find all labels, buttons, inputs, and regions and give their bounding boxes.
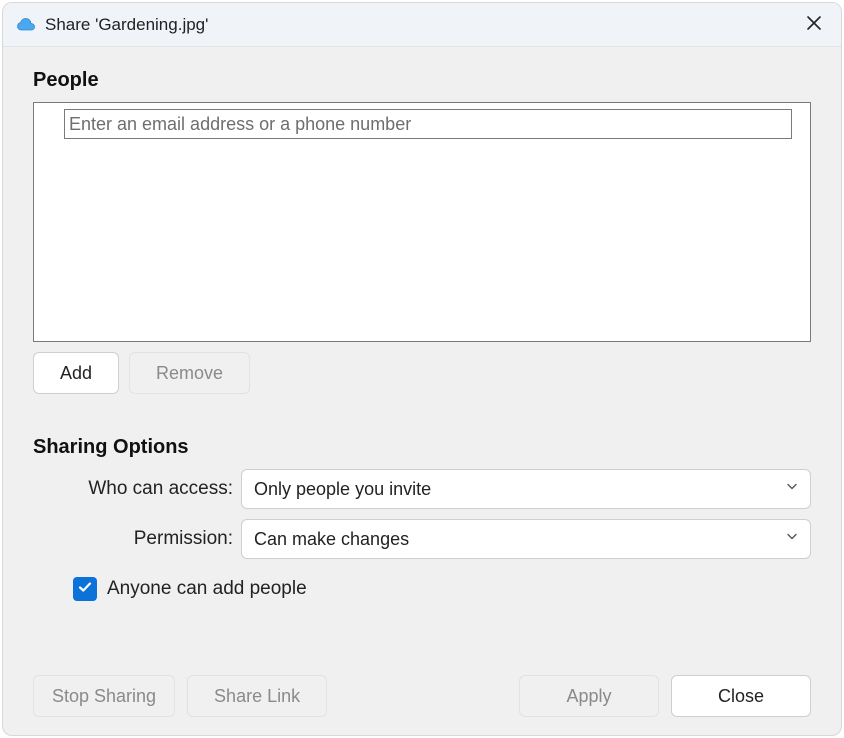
apply-button[interactable]: Apply (519, 675, 659, 717)
people-list-box (33, 102, 811, 342)
dialog-content: People Add Remove Sharing Options Who ca… (3, 47, 841, 735)
sharing-options-heading: Sharing Options (33, 436, 811, 459)
anyone-can-add-label: Anyone can add people (107, 578, 307, 600)
who-can-access-select-wrap: Only people you invite (241, 469, 811, 509)
anyone-can-add-checkbox[interactable] (73, 577, 97, 601)
people-input-container (64, 109, 792, 139)
share-dialog: Share 'Gardening.jpg' People Add Remove … (2, 2, 842, 736)
footer-buttons: Stop Sharing Share Link Apply Close (33, 645, 811, 717)
permission-select[interactable]: Can make changes (241, 519, 811, 559)
close-button[interactable]: Close (671, 675, 811, 717)
stop-sharing-button[interactable]: Stop Sharing (33, 675, 175, 717)
remove-button[interactable]: Remove (129, 352, 250, 394)
who-can-access-label: Who can access: (33, 478, 241, 500)
close-window-button[interactable] (799, 10, 829, 40)
titlebar: Share 'Gardening.jpg' (3, 3, 841, 47)
people-buttons-row: Add Remove (33, 352, 811, 394)
check-icon (77, 579, 93, 600)
people-email-input[interactable] (64, 109, 792, 139)
permission-row: Permission: Can make changes (33, 519, 811, 559)
permission-select-wrap: Can make changes (241, 519, 811, 559)
anyone-can-add-row: Anyone can add people (73, 577, 811, 601)
window-title: Share 'Gardening.jpg' (45, 15, 799, 35)
who-can-access-row: Who can access: Only people you invite (33, 469, 811, 509)
footer-spacer (339, 675, 507, 717)
cloud-icon (15, 14, 37, 36)
add-button[interactable]: Add (33, 352, 119, 394)
permission-label: Permission: (33, 528, 241, 550)
sharing-options-section: Sharing Options Who can access: Only peo… (33, 436, 811, 601)
people-heading: People (33, 69, 811, 92)
share-link-button[interactable]: Share Link (187, 675, 327, 717)
close-icon (805, 14, 823, 35)
who-can-access-select[interactable]: Only people you invite (241, 469, 811, 509)
